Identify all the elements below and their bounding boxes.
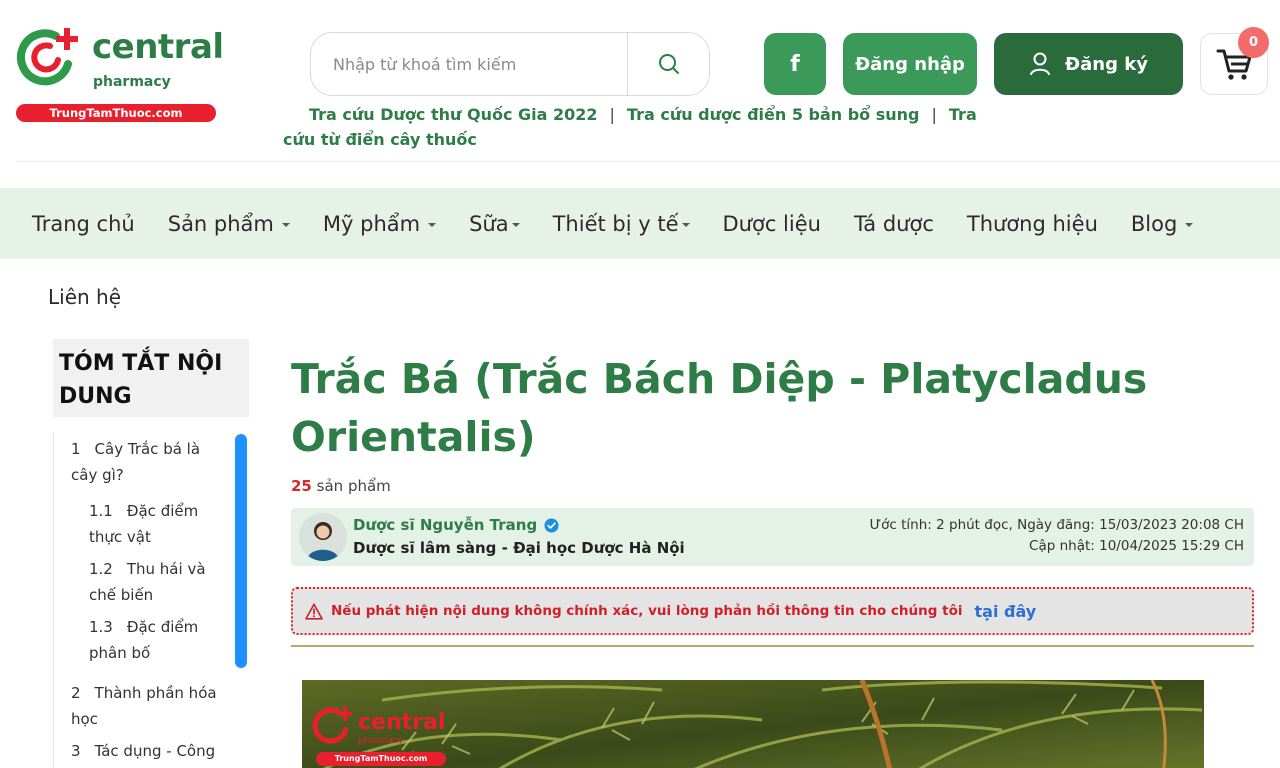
search-button[interactable]	[627, 33, 709, 95]
user-icon	[1030, 52, 1051, 76]
chevron-down-icon	[428, 222, 437, 227]
avatar[interactable]	[299, 513, 347, 561]
quicklink-separator: |	[609, 105, 615, 124]
author-role: Dược sĩ lâm sàng - Đại học Dược Hà Nội	[353, 539, 685, 557]
toc-item[interactable]: 1 Cây Trắc bá là cây gì?	[71, 436, 231, 488]
register-label: Đăng ký	[1065, 53, 1148, 75]
cart-count-badge: 0	[1238, 27, 1269, 58]
warning-icon	[305, 602, 323, 620]
nav-item-medical-devices[interactable]: Thiết bị y tế	[553, 212, 690, 236]
product-count-value: 25	[291, 477, 312, 495]
toc-list: 1 Cây Trắc bá là cây gì? 1.1 Đặc điểm thực…	[53, 432, 249, 768]
search-input[interactable]	[311, 33, 627, 95]
chevron-down-icon	[281, 222, 290, 227]
quicklink-duoc-dien[interactable]: Tra cứu dược điển 5 bản bổ sung	[627, 105, 920, 124]
nav-item-home[interactable]: Trang chủ	[32, 212, 135, 236]
nav-item-contact[interactable]: Liên hệ	[48, 285, 121, 309]
product-count: 25 sản phẩm	[291, 477, 391, 495]
author-avatar-icon	[299, 513, 347, 561]
product-count-label: sản phẩm	[316, 477, 391, 495]
quicklink-separator: |	[931, 105, 937, 124]
toc-item[interactable]: 2 Thành phần hóa học	[71, 680, 231, 732]
logo-name: central	[92, 27, 224, 67]
watermark-logo-icon	[312, 706, 353, 744]
logo-mark-icon	[16, 28, 78, 86]
quick-links: Tra cứu Dược thư Quốc Gia 2022 | Tra cứu d…	[283, 102, 1003, 152]
site-logo[interactable]: central pharmacy TrungTamThuoc.com	[16, 22, 226, 122]
article-meta: Ước tính: 2 phút đọc, Ngày đăng: 15/03/2…	[870, 515, 1244, 557]
facebook-icon: f	[790, 51, 800, 77]
search-bar	[310, 32, 710, 96]
main-nav: Trang chủ Sản phẩm Mỹ phẩm Sữa Thiết bị …	[0, 188, 1280, 259]
article-meta-updated: Cập nhật: 10/04/2025 15:29 CH	[1029, 538, 1244, 554]
verified-icon	[544, 517, 559, 533]
nav-item-herbs[interactable]: Dược liệu	[723, 212, 821, 236]
feedback-link[interactable]: tại đây	[975, 602, 1037, 621]
chevron-down-icon	[1185, 222, 1194, 227]
author-bar: Dược sĩ Nguyễn Trang Dược sĩ lâm sàng - …	[291, 508, 1254, 566]
nav-item-milk[interactable]: Sữa	[469, 212, 520, 236]
chevron-down-icon	[511, 222, 520, 227]
nav-item-blog[interactable]: Blog	[1131, 212, 1194, 236]
header-divider	[16, 161, 1280, 162]
toc-item[interactable]: 3 Tác dụng - Công	[71, 738, 231, 764]
watermark-band: TrungTamThuoc.com	[316, 752, 446, 766]
logo-sub: pharmacy	[93, 74, 171, 90]
content-divider	[291, 645, 1254, 647]
chevron-down-icon	[681, 222, 690, 227]
logo-band: TrungTamThuoc.com	[16, 104, 216, 122]
nav-item-excipients[interactable]: Tá dược	[854, 212, 934, 236]
register-button[interactable]: Đăng ký	[994, 33, 1183, 95]
toc-title: TÓM TẮT NỘI DUNG	[53, 339, 249, 417]
search-icon	[658, 54, 679, 74]
author-name[interactable]: Dược sĩ Nguyễn Trang	[353, 516, 559, 534]
facebook-button[interactable]: f	[764, 33, 826, 95]
hero-image: central pharmacy TrungTamThuoc.com	[302, 680, 1204, 768]
toc-item[interactable]: 1.3 Đặc điểm phân bố	[89, 614, 219, 666]
toc-scrollbar[interactable]	[235, 434, 247, 668]
article-meta-published: Ước tính: 2 phút đọc, Ngày đăng: 15/03/2…	[869, 517, 1244, 533]
watermark-sub: pharmacy	[358, 736, 404, 746]
page: central pharmacy TrungTamThuoc.com f Đăn…	[0, 0, 1280, 768]
feedback-alert: Nếu phát hiện nội dung không chính xác, …	[291, 587, 1254, 635]
watermark-name: central	[358, 710, 446, 735]
nav-item-brands[interactable]: Thương hiệu	[967, 212, 1098, 236]
page-title: Trắc Bá (Trắc Bách Diệp - Platycladus Or…	[291, 355, 1148, 461]
toc-item[interactable]: 1.2 Thu hái và chế biến	[89, 556, 219, 608]
quicklink-duoc-thu[interactable]: Tra cứu Dược thư Quốc Gia 2022	[309, 105, 598, 124]
login-button[interactable]: Đăng nhập	[843, 33, 977, 95]
toc-item[interactable]: 1.1 Đặc điểm thực vật	[89, 498, 219, 550]
alert-text: Nếu phát hiện nội dung không chính xác, …	[331, 603, 963, 619]
nav-item-cosmetics[interactable]: Mỹ phẩm	[323, 212, 437, 236]
nav-item-products[interactable]: Sản phẩm	[168, 212, 290, 236]
